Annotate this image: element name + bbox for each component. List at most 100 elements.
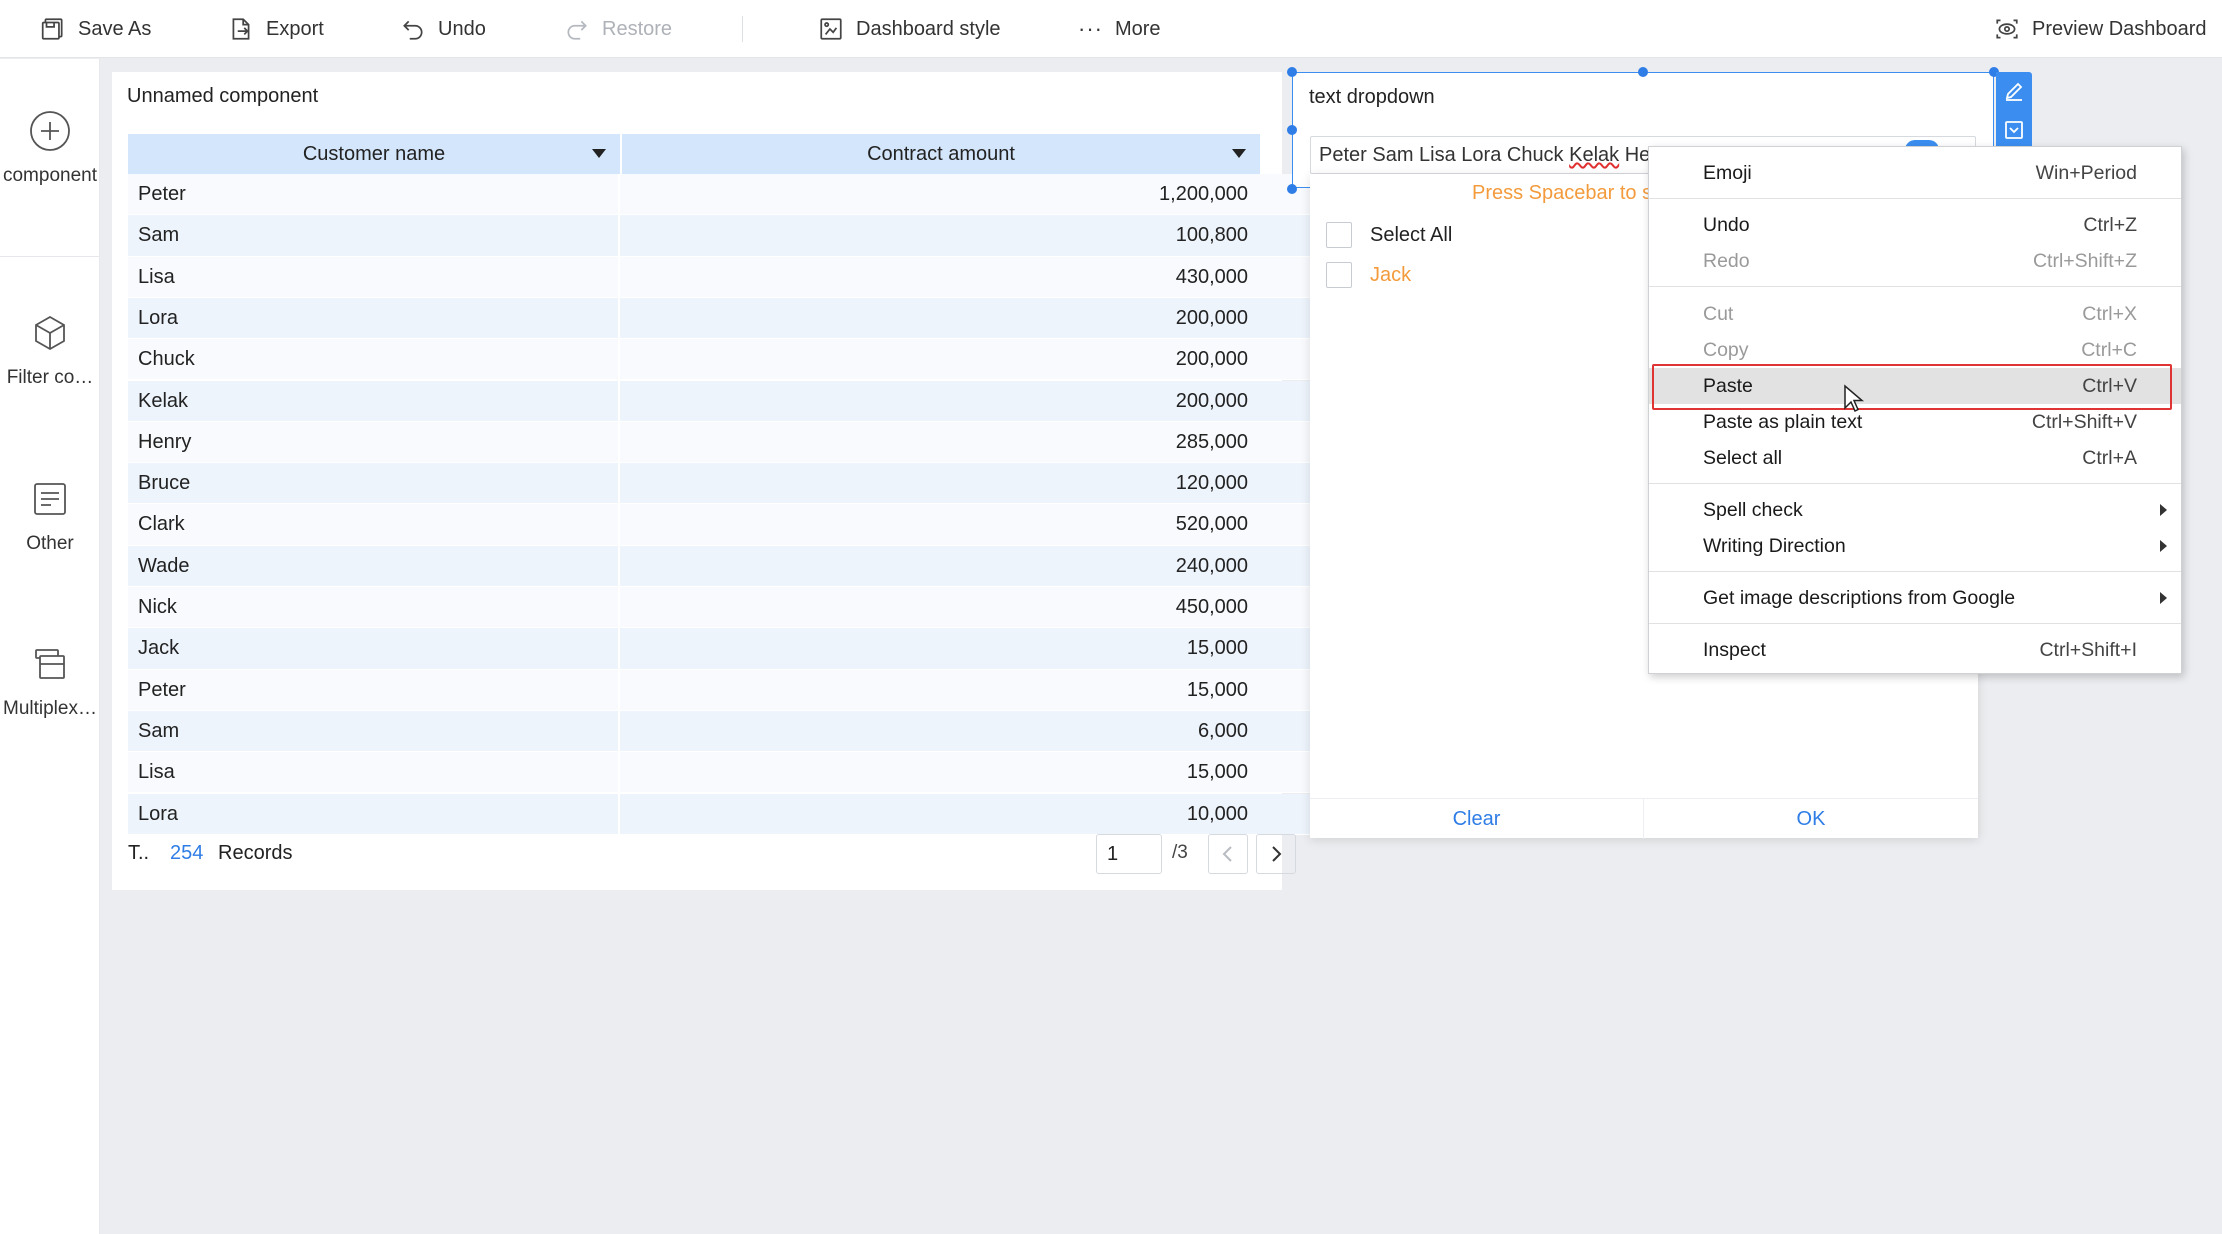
table-row[interactable]: Lisa 15,000 (128, 752, 1378, 794)
column-header-amount[interactable]: Contract amount (622, 134, 1262, 174)
table-component[interactable]: Unnamed component Customer name Contract… (112, 72, 1392, 890)
table-row[interactable]: Bruce 120,000 (128, 463, 1378, 505)
menu-item-shortcut: Ctrl+Shift+V (2031, 411, 2137, 433)
total-prefix: T.. (128, 842, 150, 864)
cell-customer-name: Wade (128, 545, 620, 587)
menu-item-inspect[interactable]: Inspect Ctrl+Shift+I (1649, 632, 2181, 668)
menu-separator (1649, 483, 2181, 484)
cell-contract-amount: 285,000 (1175, 430, 1248, 453)
sidebar-item-multiplex[interactable]: Multiplex… (0, 642, 100, 720)
menu-item-label: Undo (1703, 214, 1750, 236)
table-row[interactable]: Lora 200,000 (128, 297, 1378, 340)
cell-customer-name: Henry (128, 421, 620, 463)
checkbox[interactable] (1326, 222, 1352, 248)
resize-handle[interactable] (1287, 184, 1297, 194)
menu-item-spell-check[interactable]: Spell check (1649, 492, 2181, 528)
dashboard-style-button[interactable]: Dashboard style (818, 0, 1001, 58)
table-row[interactable]: Lisa 430,000 (128, 256, 1378, 298)
cell-contract-amount: 15,000 (1186, 678, 1248, 701)
save-as-label: Save As (78, 17, 152, 40)
sort-dropdown-icon[interactable] (1232, 149, 1246, 158)
table-row[interactable]: Nick 450,000 (128, 587, 1378, 629)
more-button[interactable]: ··· More (1078, 0, 1161, 58)
prev-page-button[interactable] (1208, 834, 1248, 874)
table-footer: T.. 254 Records 1 /3 (128, 832, 1378, 876)
cell-contract-amount: 100,800 (1175, 224, 1248, 247)
table-row[interactable]: Chuck 200,000 (128, 339, 1378, 381)
menu-item-copy[interactable]: Copy Ctrl+C (1649, 332, 2181, 368)
cell-customer-name: Clark (128, 504, 620, 546)
resize-handle[interactable] (1287, 67, 1297, 77)
menu-item-image-descriptions[interactable]: Get image descriptions from Google (1649, 580, 2181, 616)
left-sidebar: component Filter co… Other Multiplex… (0, 59, 100, 1234)
menu-item-writing-direction[interactable]: Writing Direction (1649, 528, 2181, 564)
table-row[interactable]: Henry 285,000 (128, 421, 1378, 464)
sort-dropdown-icon[interactable] (592, 149, 606, 158)
column-header-label: Customer name (302, 142, 446, 165)
select-all-option[interactable]: Select All (1326, 222, 1452, 248)
cell-customer-name: Lisa (128, 256, 620, 298)
table-row[interactable]: Peter 15,000 (128, 669, 1378, 711)
table-row[interactable]: Sam 100,800 (128, 215, 1378, 257)
menu-item-shortcut: Ctrl+C (2081, 339, 2137, 361)
cell-contract-amount: 200,000 (1175, 389, 1248, 412)
menu-separator (1649, 623, 2181, 624)
page-total: /3 (1172, 842, 1188, 863)
cell-contract-amount: 10,000 (1186, 802, 1248, 825)
option-label: Jack (1370, 263, 1412, 286)
next-page-button[interactable] (1256, 834, 1296, 874)
cell-contract-amount: 200,000 (1175, 348, 1248, 371)
cell-customer-name: Sam (128, 215, 620, 257)
menu-item-cut[interactable]: Cut Ctrl+X (1649, 296, 2181, 332)
cell-contract-amount: 200,000 (1175, 306, 1248, 329)
dashboard-style-label: Dashboard style (856, 17, 1001, 40)
chevron-left-icon (1222, 846, 1232, 862)
sidebar-item-component[interactable]: component (0, 109, 100, 187)
preview-dashboard-button[interactable]: Preview Dashboard (1994, 0, 2207, 58)
clear-button[interactable]: Clear (1310, 799, 1644, 839)
sidebar-item-label: component (2, 165, 97, 186)
restore-button[interactable]: Restore (564, 0, 672, 58)
menu-item-select-all[interactable]: Select all Ctrl+A (1649, 440, 2181, 476)
ok-button[interactable]: OK (1644, 799, 1978, 839)
sidebar-item-other[interactable]: Other (0, 477, 100, 555)
cell-contract-amount: 430,000 (1175, 265, 1248, 288)
table-row[interactable]: Lora 10,000 (128, 793, 1378, 835)
menu-item-emoji[interactable]: Emoji Win+Period (1649, 155, 2181, 191)
menu-item-undo[interactable]: Undo Ctrl+Z (1649, 207, 2181, 243)
checkbox[interactable] (1326, 262, 1352, 288)
menu-item-label: Spell check (1703, 499, 1803, 521)
export-button[interactable]: Export (228, 0, 324, 58)
table-row[interactable]: Wade 240,000 (128, 545, 1378, 587)
cell-contract-amount: 450,000 (1175, 596, 1248, 618)
mouse-cursor-icon (1844, 384, 1865, 413)
filter-settings-icon[interactable] (2003, 119, 2025, 141)
undo-button[interactable]: Undo (400, 0, 486, 58)
column-header-customer[interactable]: Customer name (128, 134, 622, 174)
resize-handle[interactable] (1287, 125, 1297, 135)
toolbar-divider (742, 16, 743, 42)
save-as-button[interactable]: Save As (40, 0, 151, 58)
column-header-label: Contract amount (867, 142, 1015, 165)
menu-item-label: Paste as plain text (1703, 411, 1863, 433)
page-input[interactable]: 1 (1096, 834, 1162, 874)
search-hint: Press Spacebar to s (1472, 182, 1653, 204)
cell-contract-amount: 15,000 (1186, 637, 1248, 660)
table-row[interactable]: Jack 15,000 (128, 628, 1378, 670)
table-row[interactable]: Clark 520,000 (128, 504, 1378, 546)
resize-handle[interactable] (1638, 67, 1648, 77)
menu-separator (1649, 198, 2181, 199)
save-icon (41, 18, 63, 40)
edit-icon[interactable] (2003, 80, 2025, 102)
table-row[interactable]: Kelak 200,000 (128, 380, 1378, 422)
dropdown-option-jack[interactable]: Jack (1326, 262, 1411, 288)
sidebar-item-filter[interactable]: Filter co… (0, 311, 100, 389)
menu-item-label: Inspect (1703, 639, 1766, 661)
table-row[interactable]: Peter 1,200,000 (128, 174, 1378, 216)
menu-item-redo[interactable]: Redo Ctrl+Shift+Z (1649, 243, 2181, 279)
cell-contract-amount: 6,000 (1197, 719, 1248, 742)
component-action-bar (1996, 72, 2032, 150)
sidebar-item-label: Filter co… (6, 367, 94, 388)
table-row[interactable]: Sam 6,000 (128, 710, 1378, 753)
restore-label: Restore (602, 17, 673, 40)
